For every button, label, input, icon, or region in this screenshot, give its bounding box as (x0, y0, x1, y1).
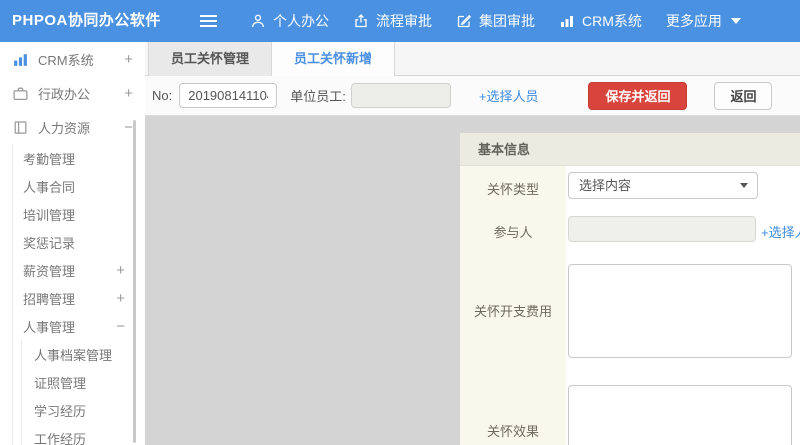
tab-bar: 员工关怀管理 员工关怀新增 (145, 42, 800, 76)
sidebar-item-label: 人力资源 (38, 120, 91, 136)
nav-label: 更多应用 (665, 13, 722, 29)
no-input[interactable] (179, 83, 278, 108)
select-person-link[interactable]: +选择人员 (479, 86, 539, 105)
sidebar-item-personnel-archives[interactable]: 人事档案管理 (22, 340, 145, 368)
nav-group-approval[interactable]: 集团审批 (456, 11, 535, 31)
expand-plus-icon[interactable]: + (124, 52, 133, 67)
sidebar-item-work-experience[interactable]: 工作经历 (22, 424, 145, 445)
bar-chart-icon (559, 13, 575, 29)
sidebar-item-study-experience[interactable]: 学习经历 (22, 396, 145, 424)
nav-label: CRM系统 (582, 13, 642, 29)
app-window: PHPOA协同办公软件 个人办公 流程审批 集团审批 CRM系统 更多应用 CR… (0, 0, 800, 445)
sidebar-item-label: 人事档案管理 (34, 347, 113, 363)
sidebar-scrollbar[interactable] (133, 120, 136, 443)
briefcase-icon (12, 85, 29, 102)
sidebar-menu: CRM系统 + 行政办公 + 人力资源 − 考勤管理 人事合同 培训管理 奖惩记… (0, 42, 145, 445)
care-type-label: 关怀类型 (486, 182, 539, 197)
participant-select-person-link[interactable]: +选择人员 (761, 222, 800, 241)
back-button[interactable]: 返回 (714, 81, 773, 110)
care-expense-textarea[interactable] (568, 264, 792, 358)
book-icon (12, 119, 29, 136)
nav-more-apps[interactable]: 更多应用 (666, 11, 741, 31)
sidebar-item-crm[interactable]: CRM系统 + (0, 42, 145, 76)
sidebar-item-label: 考勤管理 (23, 151, 76, 167)
select-caret-icon (740, 183, 748, 188)
nav-label: 流程审批 (376, 13, 432, 29)
sidebar-item-reward-punishment[interactable]: 奖惩记录 (13, 228, 145, 256)
sidebar-item-label: CRM系统 (38, 52, 94, 68)
nav-label: 个人办公 (273, 13, 329, 29)
sidebar-item-admin-office[interactable]: 行政办公 + (0, 76, 145, 110)
care-expense-label: 关怀开支费用 (473, 304, 552, 319)
app-logo: PHPOA协同办公软件 (12, 12, 161, 29)
form-toolbar: No: 单位员工: +选择人员 保存并返回 返回 (145, 76, 800, 116)
bar-chart-icon (12, 51, 29, 68)
main-content: 员工关怀管理 员工关怀新增 No: 单位员工: +选择人员 保存并返回 返回 基… (145, 42, 800, 445)
sidebar-item-label: 人事合同 (23, 179, 76, 195)
group-approval-icon (456, 13, 472, 29)
sidebar-item-attendance-management[interactable]: 考勤管理 (13, 144, 145, 172)
sidebar-item-certificate-management[interactable]: 证照管理 (22, 368, 145, 396)
sidebar-item-personnel-contract[interactable]: 人事合同 (13, 172, 145, 200)
expand-minus-icon[interactable]: − (116, 319, 125, 334)
tab-employee-care-new[interactable]: 员工关怀新增 (272, 42, 396, 76)
sidebar-item-hr[interactable]: 人力资源 − (0, 110, 145, 144)
hr-submenu: 考勤管理 人事合同 培训管理 奖惩记录 薪资管理 + 招聘管理 + 人事管理 − (12, 144, 145, 445)
nav-crm-system[interactable]: CRM系统 (559, 11, 642, 31)
unit-employee-label: 单位员工: (290, 89, 346, 104)
expand-plus-icon[interactable]: + (116, 291, 125, 306)
sidebar-item-training-management[interactable]: 培训管理 (13, 200, 145, 228)
sidebar-item-label: 行政办公 (38, 86, 91, 102)
no-label: No: (152, 88, 173, 103)
participant-label: 参与人 (493, 225, 533, 240)
sidebar-item-recruitment-management[interactable]: 招聘管理 + (13, 284, 145, 312)
expand-plus-icon[interactable]: + (124, 86, 133, 101)
sidebar-item-label: 工作经历 (34, 431, 87, 445)
sidebar-item-label: 奖惩记录 (23, 235, 76, 251)
care-type-select[interactable]: 选择内容 (568, 172, 758, 199)
approval-flow-icon (353, 13, 369, 29)
sidebar-item-label: 薪资管理 (23, 263, 76, 279)
nav-process-approval[interactable]: 流程审批 (353, 11, 432, 31)
care-type-selected-value: 选择内容 (579, 178, 632, 193)
participant-input[interactable] (568, 216, 756, 242)
top-nav-menu: 个人办公 流程审批 集团审批 CRM系统 更多应用 (250, 0, 741, 42)
tab-employee-care-manage[interactable]: 员工关怀管理 (148, 42, 273, 76)
caret-down-icon (730, 18, 741, 24)
unit-employee-input[interactable] (350, 83, 451, 108)
expand-plus-icon[interactable]: + (116, 263, 125, 278)
sidebar-item-salary-management[interactable]: 薪资管理 + (13, 256, 145, 284)
menu-toggle-icon[interactable] (200, 15, 217, 27)
nav-personal-office[interactable]: 个人办公 (250, 11, 329, 31)
sidebar-item-label: 人事管理 (23, 319, 76, 335)
personnel-submenu: 人事档案管理 证照管理 学习经历 工作经历 (21, 340, 145, 445)
sidebar-item-label: 培训管理 (23, 207, 76, 223)
person-icon (250, 13, 266, 29)
sidebar-item-label: 证照管理 (34, 375, 87, 391)
care-effect-label: 关怀效果 (486, 424, 539, 439)
save-and-return-button[interactable]: 保存并返回 (588, 81, 688, 110)
nav-label: 集团审批 (479, 13, 535, 29)
basic-info-panel: 基本信息 关怀类型 选择内容 参与人 +选择人员 关怀开支费用 关怀效果 (460, 133, 800, 445)
top-nav-bar: PHPOA协同办公软件 个人办公 流程审批 集团审批 CRM系统 更多应用 (0, 0, 800, 42)
expand-minus-icon[interactable]: − (124, 120, 133, 135)
panel-title: 基本信息 (460, 133, 800, 166)
care-effect-textarea[interactable] (568, 385, 792, 445)
sidebar-item-personnel-management[interactable]: 人事管理 − (13, 312, 145, 340)
sidebar-item-label: 招聘管理 (23, 291, 76, 307)
sidebar-item-label: 学习经历 (34, 403, 87, 419)
